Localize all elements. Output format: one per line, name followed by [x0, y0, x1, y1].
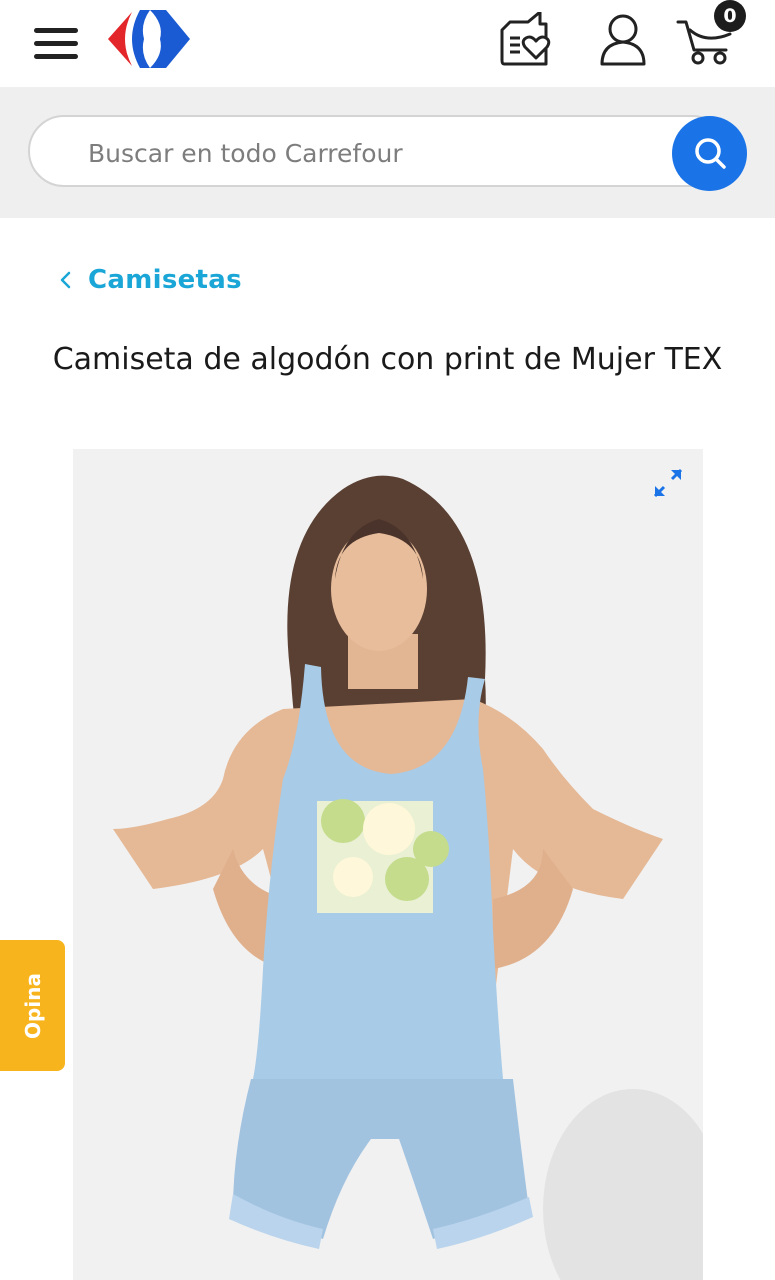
expand-icon[interactable] [651, 466, 685, 500]
search-input[interactable] [86, 125, 650, 181]
user-account-icon[interactable] [597, 12, 649, 68]
search-button[interactable] [672, 116, 747, 191]
feedback-tab[interactable]: Opina [0, 940, 65, 1071]
feedback-label: Opina [20, 972, 45, 1039]
product-image[interactable] [73, 449, 703, 1280]
product-photo-model [113, 475, 703, 1280]
hamburger-menu-icon[interactable] [32, 25, 80, 61]
top-header: 0 [0, 0, 775, 87]
breadcrumb-link-camisetas[interactable]: Camisetas [88, 265, 242, 295]
search-icon [694, 137, 726, 169]
search-field[interactable] [28, 115, 728, 187]
search-bar-section [0, 87, 775, 218]
carrefour-logo-icon[interactable] [104, 8, 196, 70]
product-title: Camiseta de algodón con print de Mujer T… [52, 342, 723, 377]
cart-count-badge: 0 [714, 0, 746, 32]
chevron-left-icon [60, 271, 71, 289]
breadcrumb[interactable]: Camisetas [58, 262, 242, 298]
shopping-list-heart-icon[interactable] [498, 12, 556, 68]
